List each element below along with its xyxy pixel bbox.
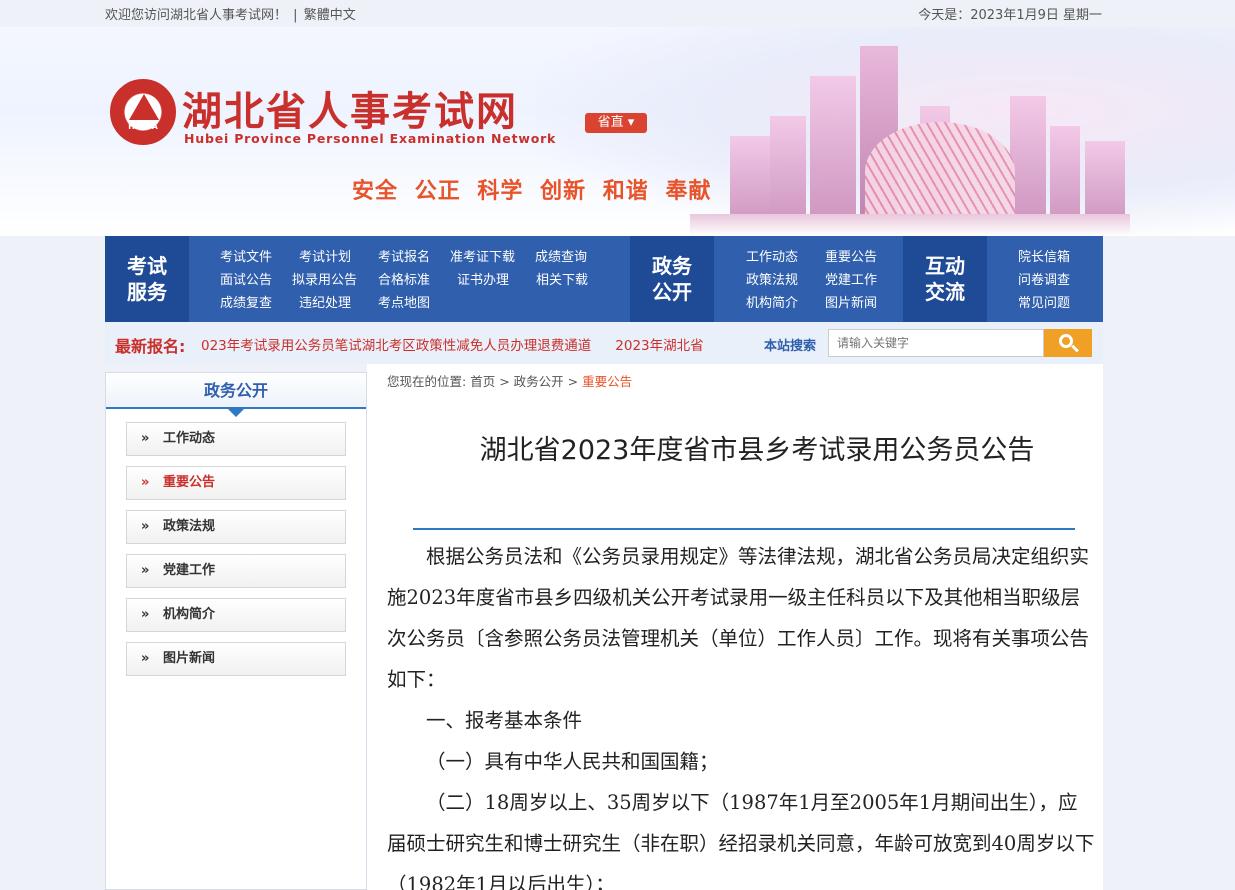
- nav-block-exam-service: 考试 服务: [105, 236, 189, 322]
- sidebar-item-about[interactable]: » 机构简介: [126, 598, 346, 632]
- title-divider: [413, 528, 1075, 530]
- ticker-item[interactable]: 2023年湖北省: [615, 338, 703, 354]
- site-title[interactable]: 湖北省人事考试网: [182, 79, 518, 137]
- breadcrumb-sep: >: [567, 374, 579, 389]
- slogan-word: 科学: [477, 179, 524, 204]
- nav-link-survey[interactable]: 问卷调查: [1018, 269, 1070, 288]
- site-search-label: 本站搜索: [764, 339, 817, 354]
- slogan-word: 和谐: [602, 179, 649, 204]
- nav-link-work-news[interactable]: 工作动态: [746, 246, 798, 265]
- nav-link-hiring-notice[interactable]: 拟录用公告: [292, 269, 357, 288]
- nav-link-exam-plan[interactable]: 考试计划: [299, 246, 351, 265]
- sidebar-item-label: 工作动态: [163, 431, 216, 446]
- top-bar: 欢迎您访问湖北省人事考试网！ | 繁體中文 今天是：2023年1月9日 星期一: [0, 0, 1235, 27]
- sidebar-item-photo-news[interactable]: » 图片新闻: [126, 642, 346, 676]
- nav-link-discipline[interactable]: 违纪处理: [299, 292, 351, 311]
- top-separator: |: [293, 8, 298, 23]
- slogan-word: 奉献: [665, 179, 712, 204]
- nav-link-important-notice[interactable]: 重要公告: [825, 246, 877, 265]
- breadcrumb-current[interactable]: 重要公告: [582, 374, 632, 389]
- nav-link-score-review[interactable]: 成绩复查: [220, 292, 272, 311]
- traditional-chinese-link[interactable]: 繁體中文: [304, 8, 356, 23]
- nav-link-admission-ticket[interactable]: 准考证下载: [450, 246, 515, 265]
- double-chevron-right-icon: »: [141, 563, 150, 578]
- site-subtitle: Hubei Province Personnel Examination Net…: [184, 131, 557, 146]
- article-paragraph: 根据公务员法和《公务员录用规定》等法律法规，湖北省公务员局决定组织实施2023年…: [387, 545, 1090, 691]
- nav-link-director-mailbox[interactable]: 院长信箱: [1018, 246, 1070, 265]
- search-input[interactable]: [828, 329, 1044, 357]
- sidebar-item-label: 党建工作: [163, 563, 216, 578]
- breadcrumb-prefix: 您现在的位置:: [387, 374, 467, 389]
- sidebar: 政务公开 » 工作动态 » 重要公告 » 政策法规 » 党建工作 » 机构简介 …: [105, 372, 367, 890]
- article-paragraph: 一、报考基本条件: [426, 709, 583, 732]
- region-select-button[interactable]: 省直 ▾: [585, 113, 647, 133]
- double-chevron-right-icon: »: [141, 607, 150, 622]
- search-button[interactable]: [1044, 329, 1092, 357]
- slogan-word: 公正: [414, 179, 461, 204]
- main-nav: 考试 服务 考试文件 考试计划 考试报名 准考证下载 成绩查询 面试公告 拟录用公…: [105, 236, 1103, 322]
- sidebar-item-label: 机构简介: [163, 607, 216, 622]
- sidebar-title: 政务公开: [106, 373, 366, 417]
- site-logo-emblem[interactable]: HBPTA: [110, 79, 176, 145]
- breadcrumb: 您现在的位置: 首页 > 政务公开 > 重要公告: [387, 371, 632, 390]
- emblem-text: HBPTA: [128, 122, 158, 131]
- nav-link-score-query[interactable]: 成绩查询: [535, 246, 587, 265]
- sidebar-item-party-building[interactable]: » 党建工作: [126, 554, 346, 588]
- nav-link-about[interactable]: 机构简介: [746, 292, 798, 311]
- breadcrumb-sep: >: [499, 374, 510, 389]
- nav-link-party-building[interactable]: 党建工作: [825, 269, 877, 288]
- breadcrumb-section[interactable]: 政务公开: [514, 374, 564, 389]
- latest-registration-bar: 最新报名: 023年考试录用公务员笔试湖北考区政策性减免人员办理退费通道 2023…: [105, 322, 1103, 364]
- double-chevron-right-icon: »: [141, 431, 150, 446]
- nav-link-certificate[interactable]: 证书办理: [457, 269, 509, 288]
- latest-label: 最新报名:: [115, 337, 186, 356]
- sidebar-item-label: 图片新闻: [163, 651, 216, 666]
- slogan-word: 安全: [352, 179, 399, 204]
- nav-link-faq[interactable]: 常见问题: [1018, 292, 1070, 311]
- main-content: 您现在的位置: 首页 > 政务公开 > 重要公告 湖北省2023年度省市县乡考试…: [367, 364, 1103, 890]
- nav-link-policy[interactable]: 政策法规: [746, 269, 798, 288]
- sidebar-item-label: 重要公告: [163, 475, 216, 490]
- article-title: 湖北省2023年度省市县乡考试录用公务员公告: [479, 435, 1035, 466]
- header-banner: HBPTA 湖北省人事考试网 Hubei Province Personnel …: [0, 27, 1235, 236]
- article-paragraph: （一）具有中华人民共和国国籍；: [426, 750, 719, 773]
- nav-block-government: 政务 公开: [630, 236, 714, 322]
- nav-link-photo-news[interactable]: 图片新闻: [825, 292, 877, 311]
- current-date: 今天是：2023年1月9日 星期一: [918, 8, 1102, 23]
- latest-ticker: 023年考试录用公务员笔试湖北考区政策性减免人员办理退费通道 2023年湖北省: [201, 334, 721, 354]
- top-bar-left: 欢迎您访问湖北省人事考试网！ | 繁體中文: [105, 4, 356, 23]
- ticker-item[interactable]: 023年考试录用公务员笔试湖北考区政策性减免人员办理退费通道: [201, 338, 591, 354]
- sidebar-item-label: 政策法规: [163, 519, 216, 534]
- city-skyline-illustration: [690, 46, 1130, 236]
- nav-link-exam-site-map[interactable]: 考点地图: [378, 292, 430, 311]
- sidebar-item-work-news[interactable]: » 工作动态: [126, 422, 346, 456]
- nav-link-pass-standard[interactable]: 合格标准: [378, 269, 430, 288]
- sidebar-item-policy[interactable]: » 政策法规: [126, 510, 346, 544]
- sidebar-item-important-notice[interactable]: » 重要公告: [126, 466, 346, 500]
- nav-block-interaction: 互动 交流: [903, 236, 987, 322]
- double-chevron-right-icon: »: [141, 519, 150, 534]
- double-chevron-right-icon: »: [141, 475, 150, 490]
- slogan-word: 创新: [540, 179, 587, 204]
- article-body: 根据公务员法和《公务员录用规定》等法律法规，湖北省公务员局决定组织实施2023年…: [387, 536, 1095, 890]
- slogan: 安全 公正 科学 创新 和谐 奉献: [352, 173, 719, 205]
- article-paragraph: （二）18周岁以上、35周岁以下（1987年1月至2005年1月期间出生），应届…: [387, 791, 1095, 890]
- nav-link-exam-register[interactable]: 考试报名: [378, 246, 430, 265]
- double-chevron-right-icon: »: [141, 651, 150, 666]
- nav-link-exam-docs[interactable]: 考试文件: [220, 246, 272, 265]
- nav-link-downloads[interactable]: 相关下载: [536, 269, 588, 288]
- nav-link-interview-notice[interactable]: 面试公告: [220, 269, 272, 288]
- breadcrumb-home[interactable]: 首页: [470, 374, 495, 389]
- welcome-text: 欢迎您访问湖北省人事考试网！: [105, 8, 288, 23]
